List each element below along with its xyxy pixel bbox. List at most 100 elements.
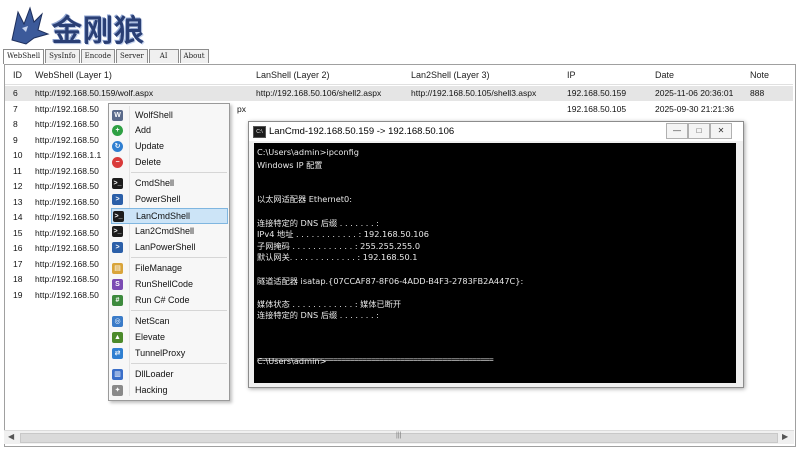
scroll-left-icon[interactable]: ◀: [8, 432, 14, 441]
cell-lan: px: [237, 103, 246, 114]
menu-separator: [131, 310, 227, 311]
menu-item-label: FileManage: [135, 263, 183, 273]
menu-item-elevate[interactable]: ▲ Elevate: [111, 330, 227, 345]
cell-id: 19: [13, 289, 23, 300]
cell-id: 10: [13, 150, 23, 160]
menu-item-label: Delete: [135, 157, 162, 167]
menu-item-label: Add: [135, 125, 152, 135]
horizontal-scrollbar[interactable]: ◀ ||| ▶: [4, 430, 794, 444]
cell-id: 12: [13, 181, 23, 191]
menu-item-netscan[interactable]: ◎ NetScan: [111, 314, 227, 329]
wolf-logo-icon: [11, 6, 50, 45]
close-button[interactable]: ✕: [710, 123, 732, 139]
netscan-icon: ◎: [112, 316, 123, 327]
console-divider: ========================================…: [257, 355, 494, 364]
menu-item-delete[interactable]: − Delete: [111, 155, 227, 170]
app-logo: 金刚狼: [4, 2, 192, 49]
tab-server[interactable]: Server: [115, 49, 148, 63]
column-header-id[interactable]: ID: [13, 70, 22, 80]
menu-item-filemanage[interactable]: ▤ FileManage: [111, 261, 227, 276]
console-line: Windows IP 配置: [257, 159, 323, 170]
cell-date: 2025-11-06 20:36:01: [655, 88, 734, 98]
cell-id: 6: [13, 88, 18, 98]
menu-item-powershell[interactable]: > PowerShell: [111, 192, 227, 207]
table-row[interactable]: 6 http://192.168.50.159/wolf.aspx http://1…: [5, 86, 793, 101]
console-line: 以太网适配器 Ethernet0:: [257, 194, 352, 205]
cell-webshell: http://192.168.50: [35, 258, 99, 269]
folder-icon: ▤: [112, 263, 123, 274]
cell-ip: 192.168.50.159: [567, 88, 627, 98]
wolf-icon: W: [112, 110, 123, 121]
menu-item-label: RunShellCode: [135, 279, 194, 289]
column-header-lan2shell[interactable]: Lan2Shell (Layer 3): [411, 70, 490, 80]
cell-id: 16: [13, 243, 23, 253]
menu-item-lan2cmdshell[interactable]: >_ Lan2CmdShell: [111, 224, 227, 239]
console-line: 连接特定的 DNS 后缀 . . . . . . . :: [257, 310, 379, 321]
column-header-ip[interactable]: IP: [567, 70, 576, 80]
console-line: 媒体状态 . . . . . . . . . . . . : 媒体已断开: [257, 298, 402, 309]
cell-id: 17: [13, 258, 23, 269]
tab-encode[interactable]: Encode: [80, 49, 115, 63]
column-header-webshell[interactable]: WebShell (Layer 1): [35, 70, 112, 80]
tab-sysinfo[interactable]: SysInfo: [45, 49, 80, 63]
menu-separator: [131, 172, 227, 173]
maximize-button[interactable]: □: [688, 123, 710, 139]
menu-item-label: WolfShell: [135, 110, 173, 120]
context-menu: W WolfShell + Add ↻ Update − Delete >_ CmdShell > P…: [108, 103, 230, 401]
cell-id: 7: [13, 103, 18, 114]
cell-id: 8: [13, 119, 18, 129]
add-icon: +: [112, 125, 123, 136]
menu-item-tunnelproxy[interactable]: ⇄ TunnelProxy: [111, 346, 227, 361]
menu-item-label: NetScan: [135, 316, 170, 326]
lanpowershell-icon: >: [112, 242, 123, 253]
tab-about[interactable]: About: [179, 49, 209, 63]
menu-item-wolfshell[interactable]: W WolfShell: [111, 108, 227, 123]
column-header-date[interactable]: Date: [655, 70, 674, 80]
menu-item-label: DllLoader: [135, 369, 174, 379]
cell-date: 2025-09-30 21:21:36: [655, 103, 734, 114]
scroll-right-icon[interactable]: ▶: [782, 432, 788, 441]
menu-item-label: Run C# Code: [135, 295, 190, 305]
menu-item-add[interactable]: + Add: [111, 123, 227, 138]
cell-webshell: http://192.168.50: [35, 289, 99, 300]
menu-item-cmdshell[interactable]: >_ CmdShell: [111, 176, 227, 191]
console-line: IPv4 地址 . . . . . . . . . . . . : 192.16…: [257, 229, 429, 240]
update-icon: ↻: [112, 141, 123, 152]
console-output[interactable]: C:\Users\admin>ipconfig Windows IP 配置 以太网适…: [254, 143, 736, 383]
logo-title: 金刚狼: [52, 14, 145, 49]
menu-item-label: Update: [135, 141, 165, 151]
menu-item-run-c-code[interactable]: # Run C# Code: [111, 293, 227, 308]
menu-item-label: TunnelProxy: [135, 348, 186, 358]
menu-item-label: Hacking: [135, 385, 168, 395]
tab-ai[interactable]: AI: [148, 49, 179, 63]
cell-webshell: http://192.168.50.159/wolf.aspx: [35, 88, 154, 98]
menu-item-runshellcode[interactable]: S RunShellCode: [111, 277, 227, 292]
cmd-icon: >_: [112, 178, 123, 189]
column-header-note[interactable]: Note: [750, 70, 769, 80]
scrollbar-grip-icon: |||: [396, 432, 402, 439]
cell-webshell: http://192.168.50: [35, 181, 99, 191]
cell-webshell: http://192.168.50: [35, 243, 99, 253]
column-header-lanshell[interactable]: LanShell (Layer 2): [256, 70, 330, 80]
cell-webshell: http://192.168.50: [35, 134, 99, 145]
cell-id: 11: [13, 165, 22, 176]
csharp-icon: #: [112, 295, 123, 306]
window-title-bar[interactable]: C:\ LanCmd-192.168.50.159 -> 192.168.50.…: [249, 122, 743, 141]
console-icon: C:\: [253, 126, 266, 138]
menu-item-label: LanCmdShell: [136, 211, 191, 221]
menu-item-lancmdshell[interactable]: >_ LanCmdShell: [111, 208, 228, 224]
menu-separator: [131, 363, 227, 364]
menu-item-update[interactable]: ↻ Update: [111, 139, 227, 154]
list-header: ID WebShell (Layer 1) LanShell (Layer 2)…: [5, 65, 793, 85]
cell-webshell: http://192.168.50: [35, 196, 99, 207]
console-line: 连接特定的 DNS 后缀 . . . . . . . :: [257, 217, 379, 228]
minimize-button[interactable]: —: [666, 123, 688, 139]
tab-webshell[interactable]: WebShell: [3, 49, 45, 64]
menu-item-label: CmdShell: [135, 178, 175, 188]
elevate-icon: ▲: [112, 332, 123, 343]
menu-item-lanpowershell[interactable]: > LanPowerShell: [111, 240, 227, 255]
menu-item-dllloader[interactable]: ▥ DllLoader: [111, 367, 227, 382]
cell-webshell: http://192.168.50: [35, 103, 99, 114]
cell-lan2: http://192.168.50.105/shell3.aspx: [411, 88, 537, 98]
menu-item-hacking[interactable]: ✦ Hacking: [111, 383, 227, 398]
